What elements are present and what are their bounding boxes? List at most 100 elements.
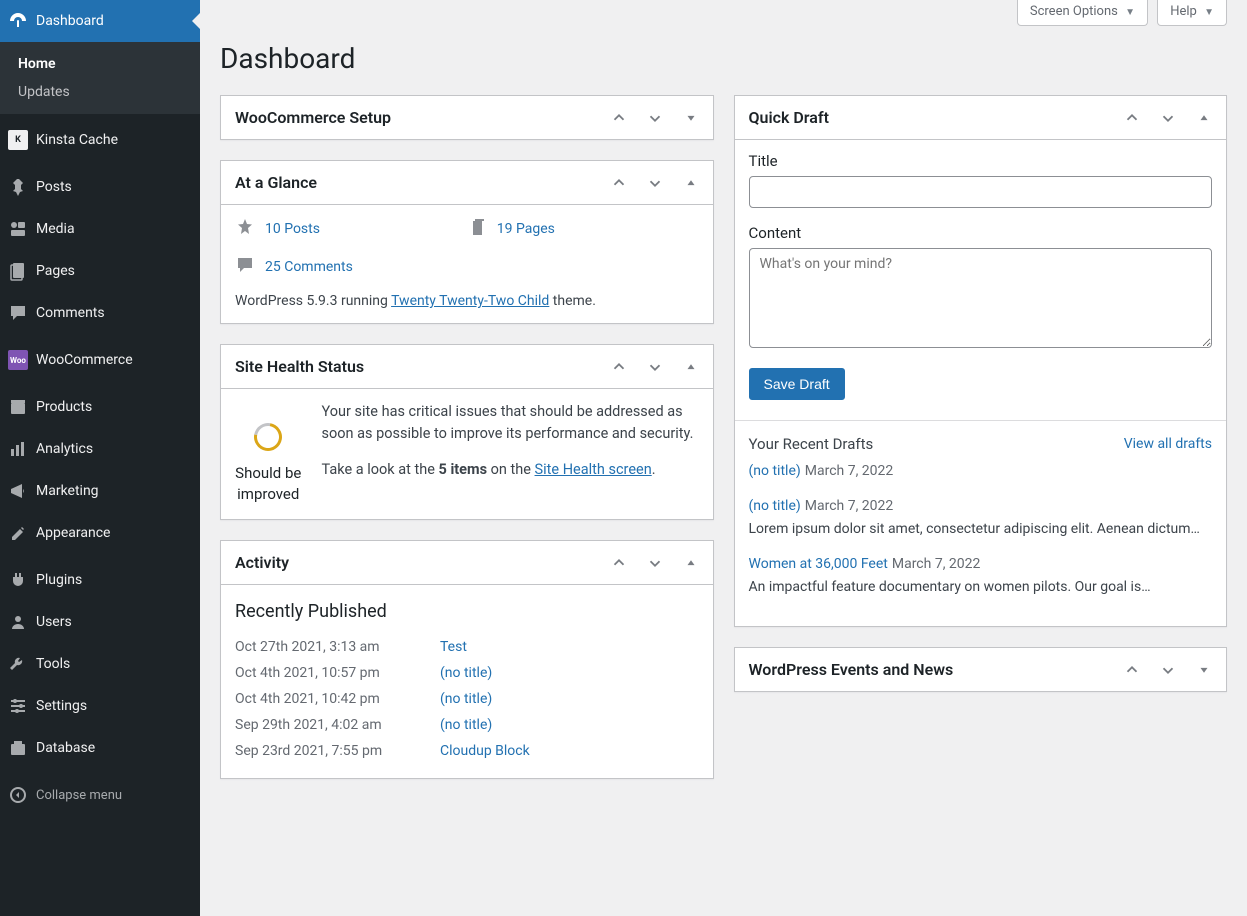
toggle-panel-button[interactable] bbox=[673, 545, 709, 581]
move-up-button[interactable] bbox=[601, 349, 637, 385]
draft-title-link[interactable]: (no title) bbox=[749, 463, 801, 479]
collapse-icon bbox=[0, 785, 36, 805]
sidebar-item-dashboard[interactable]: Dashboard bbox=[0, 0, 200, 42]
activity-post-link[interactable]: Cloudup Block bbox=[440, 743, 530, 759]
sidebar-item-marketing[interactable]: Marketing bbox=[0, 470, 200, 512]
sidebar-item-posts[interactable]: Posts bbox=[0, 166, 200, 208]
glance-posts: 10 Posts bbox=[235, 217, 467, 241]
postbox-handle-actions bbox=[1114, 100, 1226, 136]
toggle-panel-button[interactable] bbox=[673, 100, 709, 136]
move-down-button[interactable] bbox=[637, 349, 673, 385]
glance-posts-link[interactable]: 10 Posts bbox=[265, 221, 320, 237]
sidebar-item-plugins[interactable]: Plugins bbox=[0, 559, 200, 601]
sidebar-item-kinsta-cache[interactable]: KKinsta Cache bbox=[0, 119, 200, 161]
settings-icon bbox=[0, 696, 36, 716]
help-button[interactable]: Help ▼ bbox=[1157, 0, 1227, 26]
sidebar-item-appearance[interactable]: Appearance bbox=[0, 512, 200, 554]
draft-title-link[interactable]: Women at 36,000 Feet bbox=[749, 556, 888, 572]
move-up-button[interactable] bbox=[601, 100, 637, 136]
sidebar-item-tools[interactable]: Tools bbox=[0, 643, 200, 685]
sidebar-item-pages[interactable]: Pages bbox=[0, 250, 200, 292]
activity-subheading: Recently Published bbox=[235, 601, 699, 622]
dashboard-column-right: Quick Draft Title Content Save Draft You… bbox=[734, 95, 1228, 799]
caret-down-icon: ▼ bbox=[1204, 7, 1214, 18]
theme-link[interactable]: Twenty Twenty-Two Child bbox=[391, 293, 549, 309]
move-up-button[interactable] bbox=[601, 165, 637, 201]
sidebar-item-label: Kinsta Cache bbox=[36, 132, 190, 148]
admin-sidebar: Dashboard HomeUpdates KKinsta Cache Posts Me… bbox=[0, 0, 200, 916]
toggle-panel-button[interactable] bbox=[673, 349, 709, 385]
activity-post-link[interactable]: (no title) bbox=[440, 691, 492, 707]
draft-excerpt: An impactful feature documentary on wome… bbox=[749, 577, 1213, 598]
help-label: Help bbox=[1170, 4, 1197, 19]
activity-date: Oct 27th 2021, 3:13 am bbox=[235, 639, 420, 655]
sidebar-item-users[interactable]: Users bbox=[0, 601, 200, 643]
draft-date: March 7, 2022 bbox=[892, 556, 981, 572]
move-down-button[interactable] bbox=[1150, 100, 1186, 136]
site-health-gauge: Should be improved bbox=[235, 401, 302, 505]
toggle-panel-button[interactable] bbox=[1186, 652, 1222, 688]
users-icon bbox=[0, 612, 36, 632]
move-down-button[interactable] bbox=[637, 165, 673, 201]
sidebar-item-products[interactable]: Products bbox=[0, 386, 200, 428]
sidebar-item-label: Marketing bbox=[36, 483, 190, 499]
sidebar-item-label: Comments bbox=[36, 305, 190, 321]
postbox-site-health: Site Health Status Should be improved Yo… bbox=[220, 344, 714, 520]
glance-pages-link[interactable]: 19 Pages bbox=[497, 221, 555, 237]
postbox-handle-actions bbox=[1114, 652, 1226, 688]
screen-options-button[interactable]: Screen Options ▼ bbox=[1017, 0, 1148, 26]
sidebar-subitem-home[interactable]: Home bbox=[0, 50, 200, 78]
tools-icon bbox=[0, 654, 36, 674]
activity-date: Oct 4th 2021, 10:57 pm bbox=[235, 665, 420, 681]
postbox-header: Activity bbox=[221, 541, 713, 585]
activity-item: Oct 27th 2021, 3:13 am Test bbox=[235, 634, 699, 660]
glance-comments-link[interactable]: 25 Comments bbox=[265, 259, 353, 275]
collapse-menu-button[interactable]: Collapse menu bbox=[0, 774, 200, 816]
postbox-quick-draft: Quick Draft Title Content Save Draft You… bbox=[734, 95, 1228, 627]
postbox-activity: Activity Recently Published Oct 27th 202… bbox=[220, 540, 714, 779]
postbox-title: WooCommerce Setup bbox=[221, 96, 601, 139]
main-content: Screen Options ▼ Help ▼ Dashboard WooCom… bbox=[200, 0, 1247, 819]
postbox-woocommerce-setup: WooCommerce Setup bbox=[220, 95, 714, 140]
toggle-panel-button[interactable] bbox=[1186, 100, 1222, 136]
pages-icon bbox=[0, 261, 36, 281]
woo-icon: Woo bbox=[0, 350, 36, 370]
dashboard-column-left: WooCommerce Setup At a Glance 10 Posts bbox=[220, 95, 714, 799]
sidebar-item-database[interactable]: Database bbox=[0, 727, 200, 769]
view-all-drafts-link[interactable]: View all drafts bbox=[1124, 436, 1212, 452]
activity-post-link[interactable]: (no title) bbox=[440, 665, 492, 681]
sidebar-item-comments[interactable]: Comments bbox=[0, 292, 200, 334]
activity-post-link[interactable]: (no title) bbox=[440, 717, 492, 733]
draft-title-link[interactable]: (no title) bbox=[749, 498, 801, 514]
quick-draft-content-textarea[interactable] bbox=[749, 248, 1213, 348]
sidebar-subitem-updates[interactable]: Updates bbox=[0, 78, 200, 106]
comments-icon bbox=[0, 303, 36, 323]
activity-post-link[interactable]: Test bbox=[440, 639, 467, 655]
move-down-button[interactable] bbox=[637, 100, 673, 136]
collapse-label: Collapse menu bbox=[36, 788, 122, 803]
move-up-button[interactable] bbox=[1114, 100, 1150, 136]
postbox-header: At a Glance bbox=[221, 161, 713, 205]
toggle-panel-button[interactable] bbox=[673, 165, 709, 201]
site-health-text: Your site has critical issues that shoul… bbox=[322, 401, 699, 494]
database-icon bbox=[0, 738, 36, 758]
site-health-link[interactable]: Site Health screen bbox=[535, 461, 652, 478]
move-down-button[interactable] bbox=[637, 545, 673, 581]
glance-version: WordPress 5.9.3 running Twenty Twenty-Tw… bbox=[235, 293, 699, 309]
postbox-title: WordPress Events and News bbox=[735, 648, 1115, 691]
sidebar-item-woocommerce[interactable]: WooWooCommerce bbox=[0, 339, 200, 381]
activity-date: Sep 23rd 2021, 7:55 pm bbox=[235, 743, 420, 759]
sidebar-item-media[interactable]: Media bbox=[0, 208, 200, 250]
save-draft-button[interactable]: Save Draft bbox=[749, 368, 845, 400]
sidebar-item-settings[interactable]: Settings bbox=[0, 685, 200, 727]
move-down-button[interactable] bbox=[1150, 652, 1186, 688]
comments-icon bbox=[235, 255, 255, 279]
appearance-icon bbox=[0, 523, 36, 543]
move-up-button[interactable] bbox=[601, 545, 637, 581]
postbox-handle-actions bbox=[601, 349, 713, 385]
quick-draft-title-input[interactable] bbox=[749, 176, 1213, 208]
sidebar-item-analytics[interactable]: Analytics bbox=[0, 428, 200, 470]
move-up-button[interactable] bbox=[1114, 652, 1150, 688]
sidebar-item-label: Posts bbox=[36, 179, 190, 195]
draft-item: (no title)March 7, 2022Lorem ipsum dolor… bbox=[749, 496, 1213, 540]
